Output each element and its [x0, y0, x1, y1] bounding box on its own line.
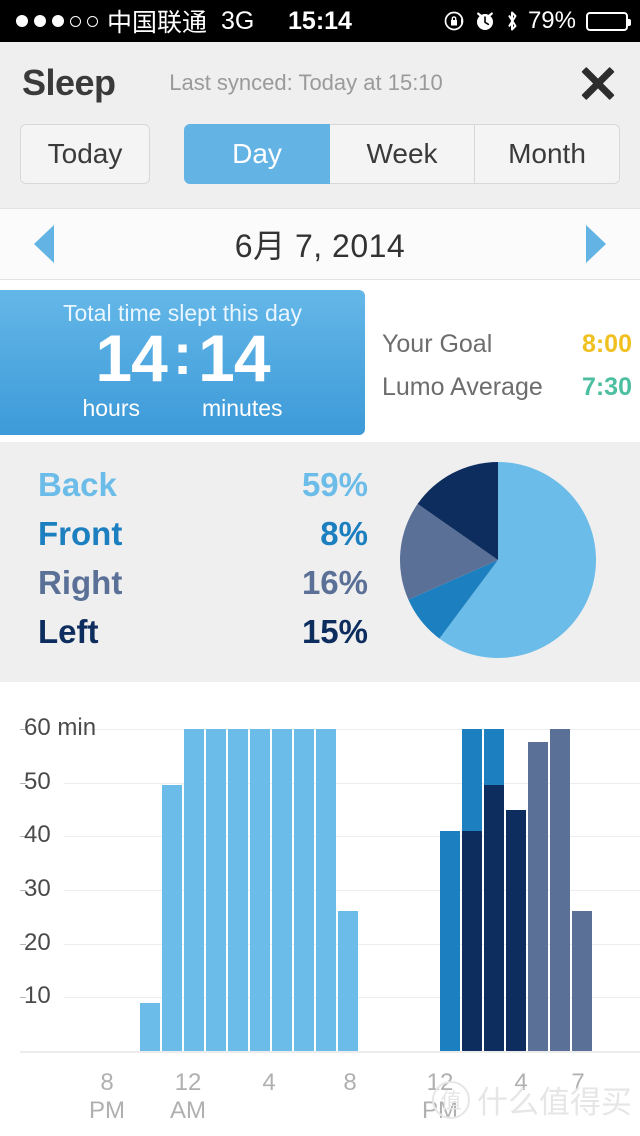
legend-row-left: Left 15% — [38, 613, 368, 651]
chart-y-label: 50 — [24, 767, 51, 795]
chart-bar-back — [228, 729, 248, 1051]
legend-row-right: Right 16% — [38, 564, 368, 602]
bluetooth-icon — [504, 8, 520, 34]
chart-bar-back — [316, 729, 336, 1051]
chart-x-label-top: 8 — [343, 1069, 357, 1096]
minutes-unit-label: minutes — [202, 395, 283, 421]
chart-x-tick: 8 — [310, 1069, 390, 1097]
chart-bar-front — [484, 729, 504, 786]
sleep-timeline-chart: 10 20 30 40 50 60 min 8 PM 12 AM 4 8 12 PM 4 7 值 什么值得买 — [0, 705, 640, 1136]
date-navigator: 6月 7, 2014 — [0, 208, 640, 280]
chart-x-label-top: 12 — [174, 1069, 202, 1096]
sleep-position-pie-chart — [399, 462, 597, 658]
position-value-right: 16% — [301, 564, 368, 601]
tab-day[interactable]: Day — [184, 124, 330, 184]
lumo-average-label: Lumo Average — [382, 373, 543, 401]
chart-x-label-bottom: AM — [170, 1096, 206, 1124]
hours-unit-label: hours — [82, 395, 140, 421]
chart-bar-back — [140, 1002, 160, 1051]
chart-x-label-bottom: PM — [422, 1096, 458, 1124]
last-synced-label: Last synced: Today at 15:10 — [169, 70, 443, 95]
alarm-clock-icon — [474, 9, 496, 33]
chart-plot-area: 10 20 30 40 50 60 min 8 PM 12 AM 4 8 12 PM 4 7 — [0, 705, 640, 1136]
position-value-front: 8% — [320, 515, 368, 552]
chart-bar-back — [206, 729, 226, 1051]
tab-month[interactable]: Month — [475, 124, 620, 184]
chart-x-label-top: 4 — [262, 1069, 276, 1096]
chart-baseline — [20, 1051, 640, 1053]
position-label-left: Left — [38, 613, 99, 650]
chart-y-label: 10 — [24, 982, 51, 1010]
legend-row-back: Back 59% — [38, 466, 368, 504]
chart-x-label-top: 4 — [514, 1069, 528, 1096]
chart-bar-back — [184, 729, 204, 1051]
chart-bar-back — [338, 911, 358, 1051]
sleep-position-section: Back 59% Front 8% Right 16% Left 15% — [0, 442, 640, 682]
chart-x-tick: 7 — [538, 1069, 618, 1097]
tab-week[interactable]: Week — [330, 124, 475, 184]
position-legend: Back 59% Front 8% Right 16% Left 15% — [38, 466, 368, 662]
chart-bar-back — [294, 729, 314, 1051]
close-icon[interactable] — [576, 61, 620, 105]
position-value-back: 59% — [301, 466, 368, 503]
total-minutes-value: 14 — [198, 321, 270, 395]
chart-y-label: 60 min — [24, 714, 97, 741]
chart-bar-right — [528, 742, 548, 1051]
time-separator: : — [172, 322, 193, 387]
chart-x-tick: 4 — [229, 1069, 309, 1097]
chart-bar-left — [484, 785, 504, 1051]
sleep-screen: 中国联通 3G 15:14 79% Sleep Last synced: Tod… — [0, 0, 640, 1136]
tab-today[interactable]: Today — [20, 124, 150, 184]
chart-bar-right — [572, 911, 592, 1051]
chart-y-label: 40 — [24, 821, 51, 849]
chart-bar-front — [462, 729, 482, 831]
total-time-value: 14 : 14 — [0, 325, 365, 391]
position-label-front: Front — [38, 515, 123, 552]
legend-row-front: Front 8% — [38, 515, 368, 553]
goal-row-your-goal: Your Goal 8:00 — [382, 330, 632, 359]
total-time-card: Total time slept this day 14 : 14 hours … — [0, 290, 365, 435]
your-goal-label: Your Goal — [382, 330, 493, 358]
chart-bar-back — [272, 729, 292, 1051]
view-tabs: Today Day Week Month — [0, 124, 640, 208]
status-bar-right: 79% — [442, 0, 631, 42]
chart-y-label: 30 — [24, 875, 51, 902]
battery-icon — [586, 11, 631, 31]
chart-bar-back — [250, 729, 270, 1051]
chart-x-label-bottom: PM — [89, 1096, 125, 1124]
status-bar: 中国联通 3G 15:14 79% — [0, 0, 640, 42]
chart-x-tick: 8 PM — [67, 1069, 147, 1124]
next-day-arrow-icon[interactable] — [586, 225, 606, 263]
chart-x-tick: 12 PM — [400, 1069, 480, 1124]
chart-x-tick: 12 AM — [148, 1069, 228, 1124]
chart-bar-left — [506, 809, 526, 1051]
your-goal-value: 8:00 — [581, 330, 632, 358]
position-value-left: 15% — [301, 613, 368, 650]
chart-x-label-top: 8 — [100, 1069, 114, 1096]
chart-bar-front — [440, 830, 460, 1051]
chart-bar-right — [550, 729, 570, 1051]
position-label-back: Back — [38, 466, 117, 503]
position-label-right: Right — [38, 564, 123, 601]
previous-day-arrow-icon[interactable] — [34, 225, 54, 263]
chart-x-label-top: 7 — [571, 1069, 585, 1096]
chart-x-label-top: 12 — [426, 1069, 454, 1096]
current-date-label: 6月 7, 2014 — [234, 228, 406, 264]
total-hours-value: 14 — [95, 321, 167, 395]
chart-bar-left — [462, 830, 482, 1051]
total-time-units: hours minutes — [0, 395, 365, 422]
rotation-lock-icon — [442, 9, 466, 33]
total-sleep-section: Total time slept this day 14 : 14 hours … — [0, 280, 640, 442]
battery-percent-label: 79% — [527, 7, 576, 34]
app-header: Sleep Last synced: Today at 15:10 — [0, 42, 640, 124]
chart-y-label: 20 — [24, 928, 51, 956]
chart-bar-back — [162, 785, 182, 1051]
goals-list: Your Goal 8:00 Lumo Average 7:30 — [382, 330, 632, 416]
goal-row-lumo-average: Lumo Average 7:30 — [382, 373, 632, 402]
lumo-average-value: 7:30 — [581, 373, 632, 401]
